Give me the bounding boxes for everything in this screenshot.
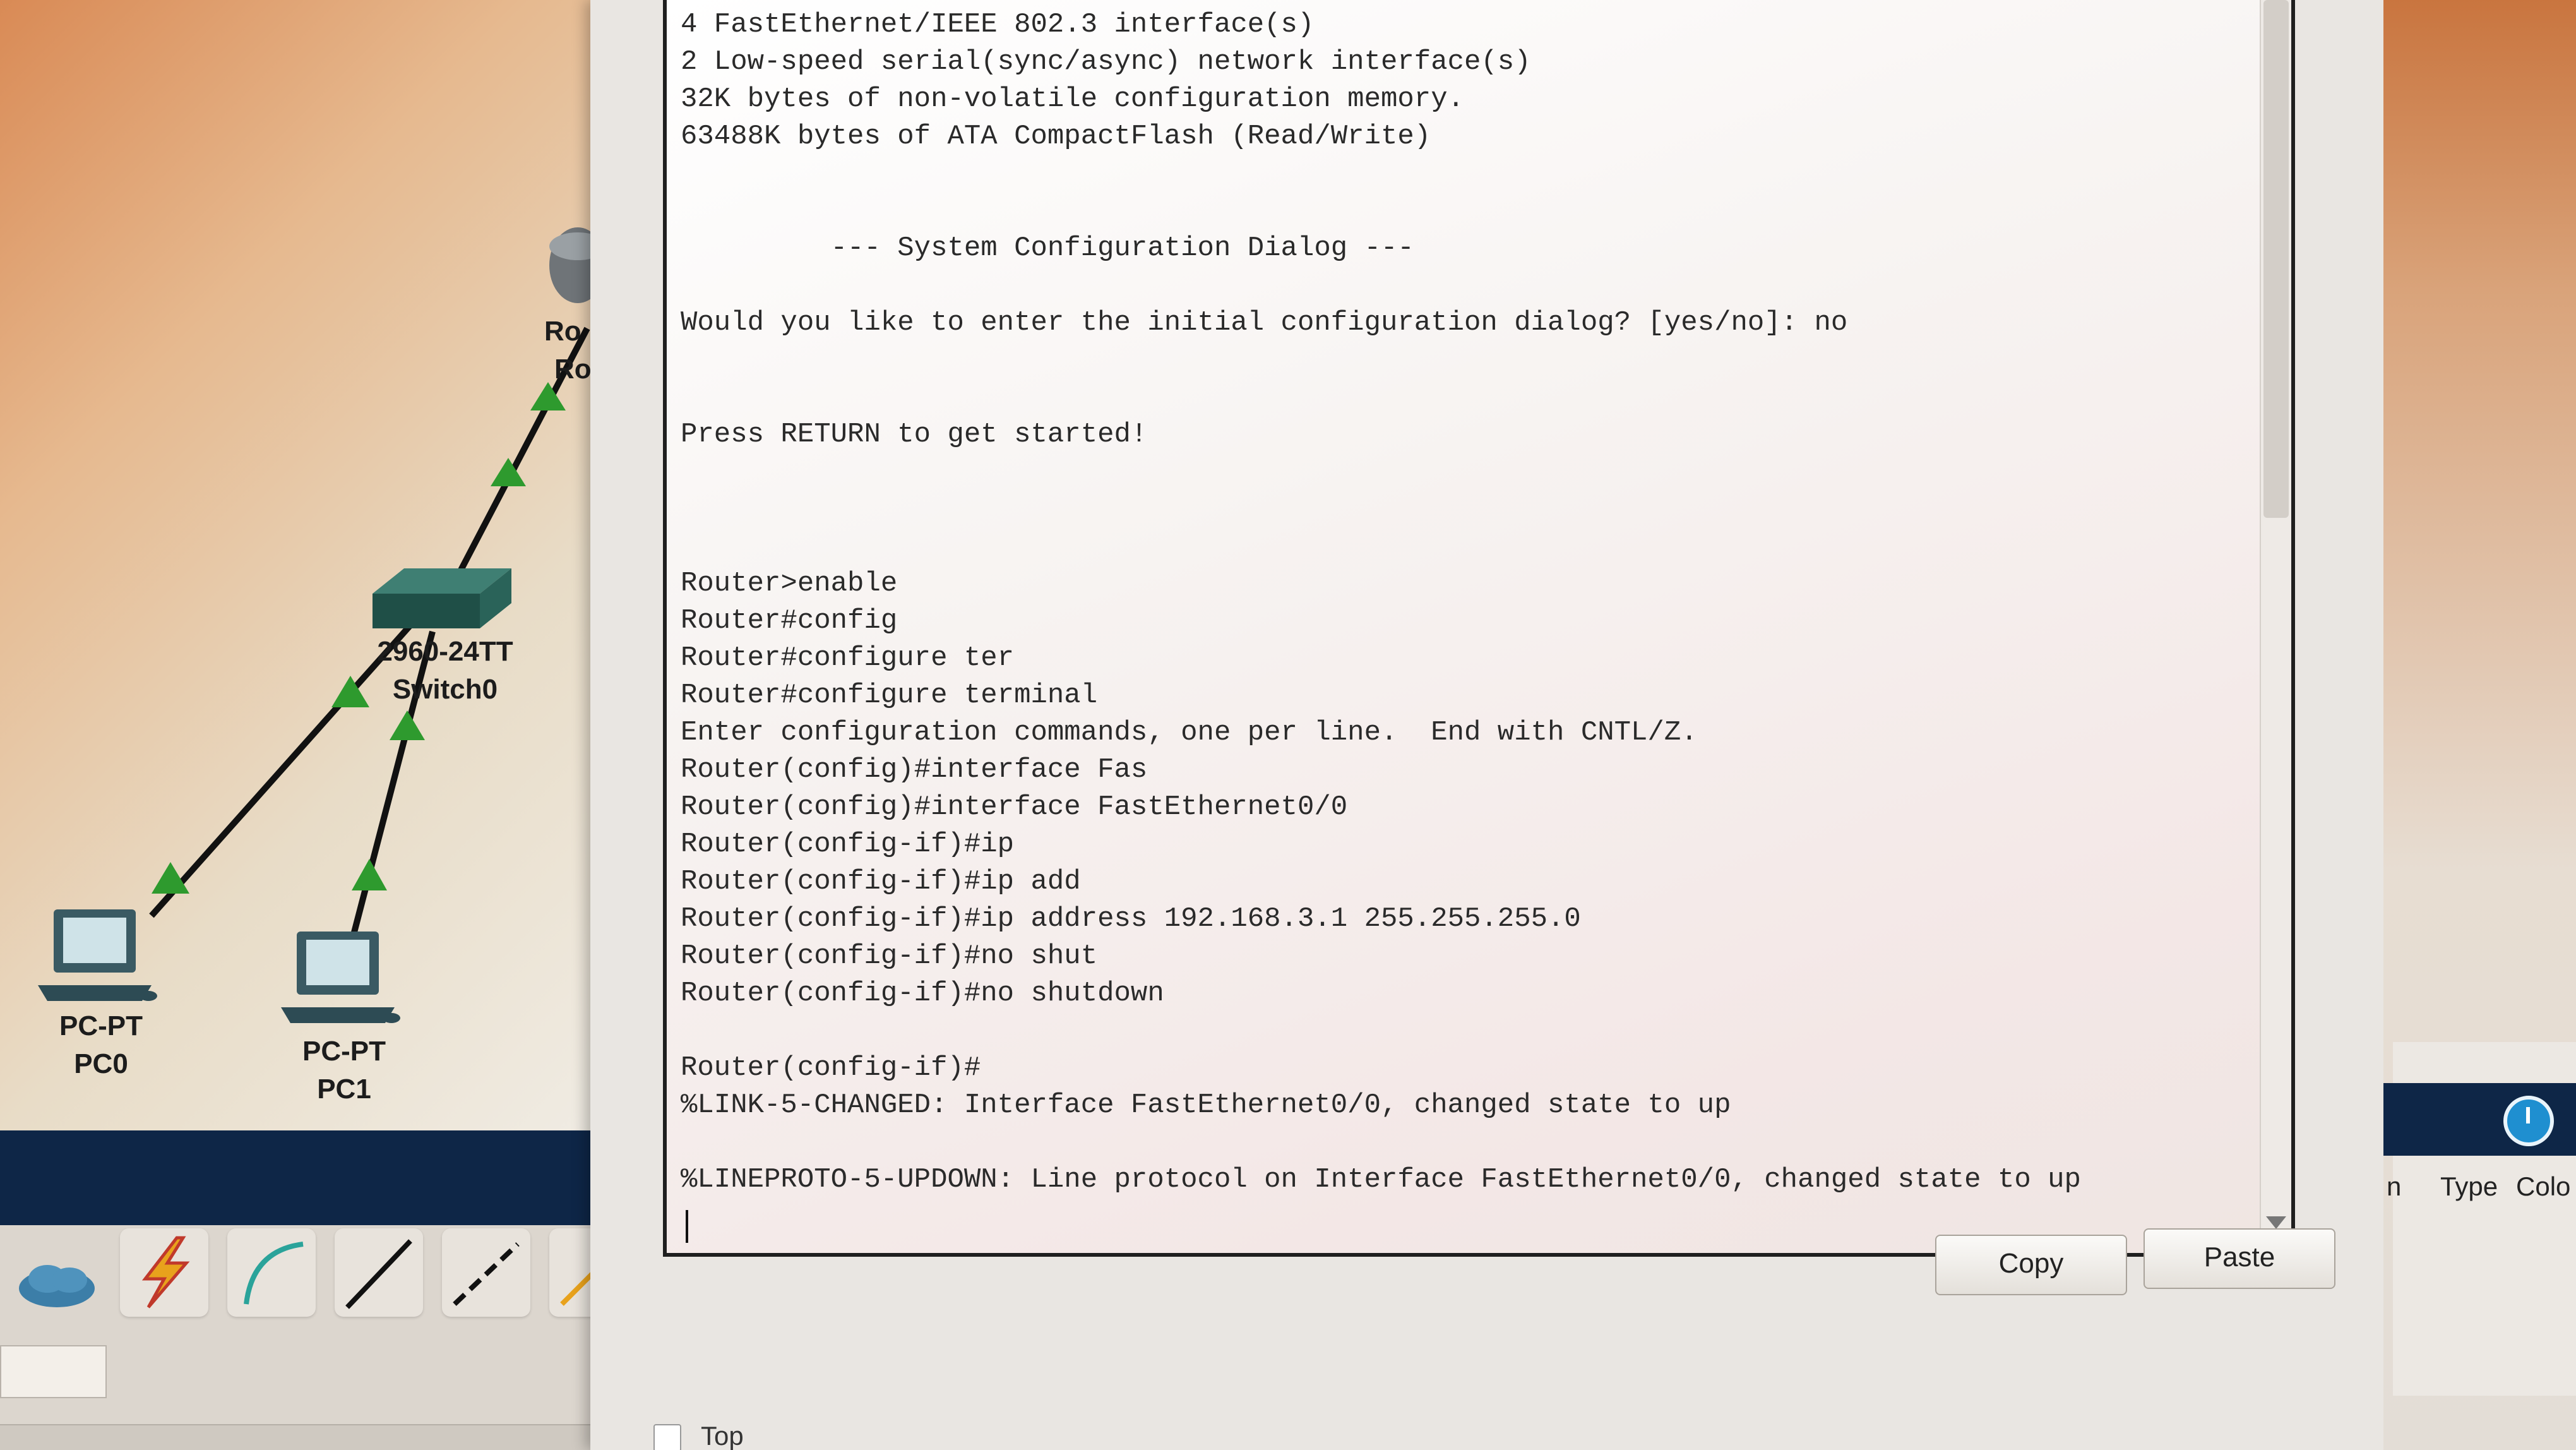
- text-cursor: [686, 1210, 688, 1243]
- pc0-icon[interactable]: [38, 909, 157, 1001]
- terminal-line: %LINEPROTO-5-UPDOWN: Line protocol on In…: [681, 1164, 2081, 1195]
- terminal-line: Router(config-if)#ip address 192.168.3.1…: [681, 903, 1581, 935]
- router-label: Ro: [544, 316, 581, 347]
- device-category-bar: [0, 1130, 609, 1225]
- terminal-line: Router(config-if)#no shut: [681, 940, 1098, 972]
- lightning-connection-icon[interactable]: [120, 1228, 208, 1317]
- switch-model-label: 2960-24TT: [377, 636, 513, 667]
- terminal-line: 2 Low-speed serial(sync/async) network i…: [681, 46, 1531, 78]
- terminal-line: --- System Configuration Dialog ---: [681, 232, 1414, 264]
- terminal-output: 4 FastEthernet/IEEE 802.3 interface(s) 2 …: [681, 6, 2253, 1199]
- pc0-type-label: PC-PT: [59, 1010, 143, 1041]
- terminal-line: Router(config)#interface FastEthernet0/0: [681, 791, 1348, 823]
- paste-button[interactable]: Paste: [2144, 1228, 2335, 1289]
- terminal-line: Router(config)#interface Fas: [681, 754, 1148, 786]
- switch-icon[interactable]: [373, 568, 511, 628]
- terminal-line: Router#configure ter: [681, 642, 1015, 674]
- crossover-cable-icon[interactable]: [442, 1228, 530, 1317]
- scroll-down-icon[interactable]: [2266, 1216, 2286, 1229]
- cli-terminal[interactable]: 4 FastEthernet/IEEE 802.3 interface(s) 2 …: [663, 0, 2295, 1257]
- terminal-line: Router#config: [681, 605, 898, 637]
- terminal-scrollbar[interactable]: [2260, 0, 2291, 1253]
- pc1-icon[interactable]: [281, 932, 400, 1023]
- link-status-up-icon: [352, 859, 387, 890]
- pc0-name-label: PC0: [74, 1048, 128, 1079]
- terminal-line: 4 FastEthernet/IEEE 802.3 interface(s): [681, 9, 1315, 40]
- link-status-up-icon: [390, 710, 425, 740]
- terminal-line: %LINK-5-CHANGED: Interface FastEthernet0…: [681, 1089, 1731, 1121]
- terminal-line: Router(config-if)#ip: [681, 829, 1015, 860]
- scrollbar-thumb[interactable]: [2263, 0, 2289, 518]
- column-header-type[interactable]: Type: [2440, 1171, 2498, 1202]
- packet-tracer-screen: Ro Ro 2960-24TT Switch0 PC-PT PC0 PC-PT …: [0, 0, 2576, 1450]
- pdu-table-headers: n Type Colo: [2383, 1165, 2576, 1209]
- terminal-line: Enter configuration commands, one per li…: [681, 717, 1698, 748]
- top-checkbox-label: Top: [701, 1421, 744, 1450]
- terminal-line: 63488K bytes of ATA CompactFlash (Read/W…: [681, 121, 1431, 152]
- topology-workspace[interactable]: Ro Ro 2960-24TT Switch0 PC-PT PC0 PC-PT …: [0, 0, 606, 1137]
- terminal-line: Router(config-if)#no shutdown: [681, 978, 1164, 1009]
- column-header[interactable]: n: [2387, 1171, 2401, 1202]
- switch-name-label: Switch0: [392, 674, 498, 705]
- realtime-clock-icon[interactable]: [2503, 1096, 2554, 1146]
- terminal-line: 32K bytes of non-volatile configuration …: [681, 83, 1465, 115]
- cloud-icon[interactable]: [9, 1228, 98, 1317]
- copy-button[interactable]: Copy: [1935, 1235, 2127, 1295]
- straight-through-cable-icon[interactable]: [335, 1228, 423, 1317]
- column-header-color[interactable]: Colo: [2516, 1171, 2570, 1202]
- top-checkbox[interactable]: [653, 1424, 681, 1450]
- horizontal-scrollbar[interactable]: [0, 1424, 609, 1450]
- pc1-name-label: PC1: [317, 1074, 371, 1105]
- device-name-box[interactable]: [0, 1345, 107, 1398]
- terminal-line: Router>enable: [681, 568, 898, 599]
- terminal-line: Would you like to enter the initial conf…: [681, 307, 1848, 339]
- topology-links: [38, 227, 606, 1023]
- terminal-line: Press RETURN to get started!: [681, 419, 1148, 450]
- terminal-line: Router(config-if)#: [681, 1052, 981, 1084]
- terminal-line: Router(config-if)#ip add: [681, 866, 1081, 897]
- router-cli-window: 4 FastEthernet/IEEE 802.3 interface(s) 2 …: [590, 0, 2383, 1450]
- pc1-type-label: PC-PT: [302, 1036, 386, 1067]
- console-cable-icon[interactable]: [227, 1228, 316, 1317]
- terminal-line: Router#configure terminal: [681, 680, 1098, 711]
